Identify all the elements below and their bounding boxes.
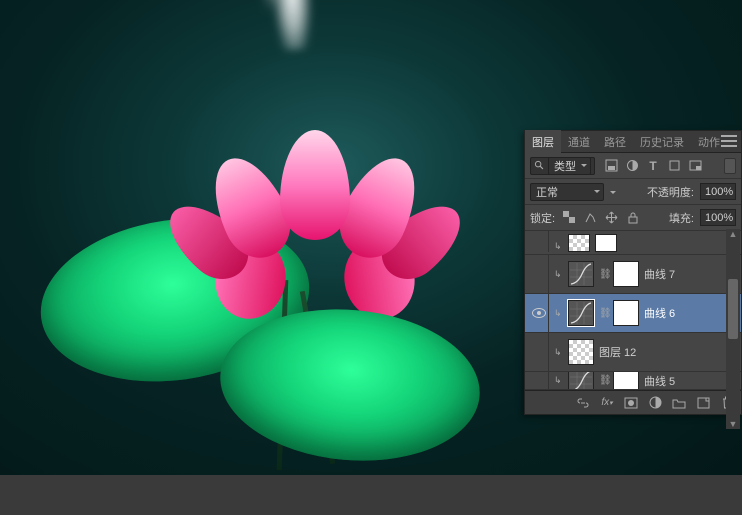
filter-adjustment-icon[interactable]	[624, 158, 640, 174]
clip-indicator-icon: ↳	[554, 269, 563, 280]
add-mask-icon[interactable]	[623, 395, 639, 411]
filter-pixel-icon[interactable]	[603, 158, 619, 174]
curves-adjustment-icon[interactable]	[568, 261, 594, 287]
layer-name-label[interactable]: 曲线 6	[644, 305, 737, 321]
layer-mask-thumbnail[interactable]	[613, 300, 639, 326]
opacity-input[interactable]: 100%	[700, 183, 736, 200]
layer-thumbnail[interactable]	[568, 339, 594, 365]
filter-shape-icon[interactable]	[666, 158, 682, 174]
curves-adjustment-icon[interactable]	[568, 300, 594, 326]
scroll-up-icon[interactable]: ▲	[728, 229, 738, 239]
visibility-toggle[interactable]	[529, 333, 549, 371]
tab-3[interactable]: 历史记录	[633, 130, 691, 154]
clip-indicator-icon: ↳	[554, 308, 563, 319]
lock-pixels-icon[interactable]	[582, 210, 599, 226]
layers-list: ↳ ↳ ⛓ 曲线 7 ↳ ⛓ 曲线 6 ↳ 图层 12 ↳ ⛓ 曲线 5	[525, 231, 741, 390]
tab-1[interactable]: 通道	[561, 130, 597, 154]
mask-link-icon[interactable]: ⛓	[599, 308, 608, 319]
layer-mask-thumbnail[interactable]	[595, 234, 617, 252]
filter-type-dropdown[interactable]: 类型	[548, 157, 591, 175]
search-icon	[534, 160, 545, 171]
lock-label: 锁定:	[530, 210, 555, 226]
panel-tabs: 图层通道路径历史记录动作	[525, 131, 741, 153]
lock-all-icon[interactable]	[624, 210, 641, 226]
panel-menu-icon[interactable]	[721, 134, 737, 148]
blend-list-icon[interactable]	[610, 191, 616, 197]
filter-toggle-switch[interactable]	[724, 158, 736, 174]
layer-name-label[interactable]: 曲线 7	[644, 266, 737, 282]
fill-label: 填充:	[669, 210, 694, 226]
app-status-bar	[0, 475, 742, 515]
visibility-toggle[interactable]	[529, 255, 549, 293]
scroll-down-icon[interactable]: ▼	[728, 419, 738, 429]
filter-smart-icon[interactable]	[687, 158, 703, 174]
mask-link-icon[interactable]: ⛓	[599, 375, 608, 386]
tab-2[interactable]: 路径	[597, 130, 633, 154]
layers-panel: 图层通道路径历史记录动作 类型 T 正常 不透明度: 100% 锁定: 填充: …	[524, 130, 742, 415]
new-group-icon[interactable]	[671, 395, 687, 411]
link-layers-icon[interactable]	[575, 395, 591, 411]
lock-transparency-icon[interactable]	[561, 210, 578, 226]
layer-search[interactable]: 类型	[530, 157, 595, 175]
new-layer-icon[interactable]	[695, 395, 711, 411]
layer-thumbnail[interactable]	[568, 234, 590, 252]
curves-adjustment-icon[interactable]	[568, 372, 594, 390]
scrollbar-thumb[interactable]	[728, 279, 738, 339]
layer-filter-row: 类型 T	[525, 153, 741, 179]
layers-scrollbar[interactable]: ▲ ▼	[726, 229, 740, 429]
clip-indicator-icon: ↳	[554, 347, 563, 358]
layer-name-label[interactable]: 曲线 5	[644, 373, 737, 389]
filter-type-icon[interactable]: T	[645, 158, 661, 174]
lock-fill-row: 锁定: 填充: 100%	[525, 205, 741, 231]
blend-mode-dropdown[interactable]: 正常	[530, 183, 604, 201]
opacity-label: 不透明度:	[647, 184, 694, 200]
visibility-toggle[interactable]	[529, 231, 549, 252]
lock-position-icon[interactable]	[603, 210, 620, 226]
lotus-image	[60, 140, 480, 470]
layer-row-partial-top[interactable]: ↳	[525, 231, 741, 255]
fx-icon[interactable]: fx▾	[599, 395, 615, 411]
eye-icon	[532, 308, 546, 318]
layer-mask-thumbnail[interactable]	[613, 261, 639, 287]
visibility-toggle[interactable]	[529, 372, 549, 389]
fill-input[interactable]: 100%	[700, 209, 736, 226]
layer-mask-thumbnail[interactable]	[613, 372, 639, 390]
panel-footer: fx▾	[525, 390, 741, 414]
layer-row[interactable]: ↳ ⛓ 曲线 6	[525, 294, 741, 333]
mask-link-icon[interactable]: ⛓	[599, 269, 608, 280]
clip-indicator-icon: ↳	[554, 375, 563, 386]
layer-name-label[interactable]: 图层 12	[599, 344, 737, 360]
visibility-toggle[interactable]	[529, 294, 549, 332]
new-adjustment-icon[interactable]	[647, 395, 663, 411]
layer-row[interactable]: ↳ 图层 12	[525, 333, 741, 372]
clip-indicator-icon: ↳	[554, 241, 563, 252]
tab-0[interactable]: 图层	[525, 130, 561, 154]
layer-row[interactable]: ↳ ⛓ 曲线 7	[525, 255, 741, 294]
blend-opacity-row: 正常 不透明度: 100%	[525, 179, 741, 205]
layer-row[interactable]: ↳ ⛓ 曲线 5	[525, 372, 741, 390]
